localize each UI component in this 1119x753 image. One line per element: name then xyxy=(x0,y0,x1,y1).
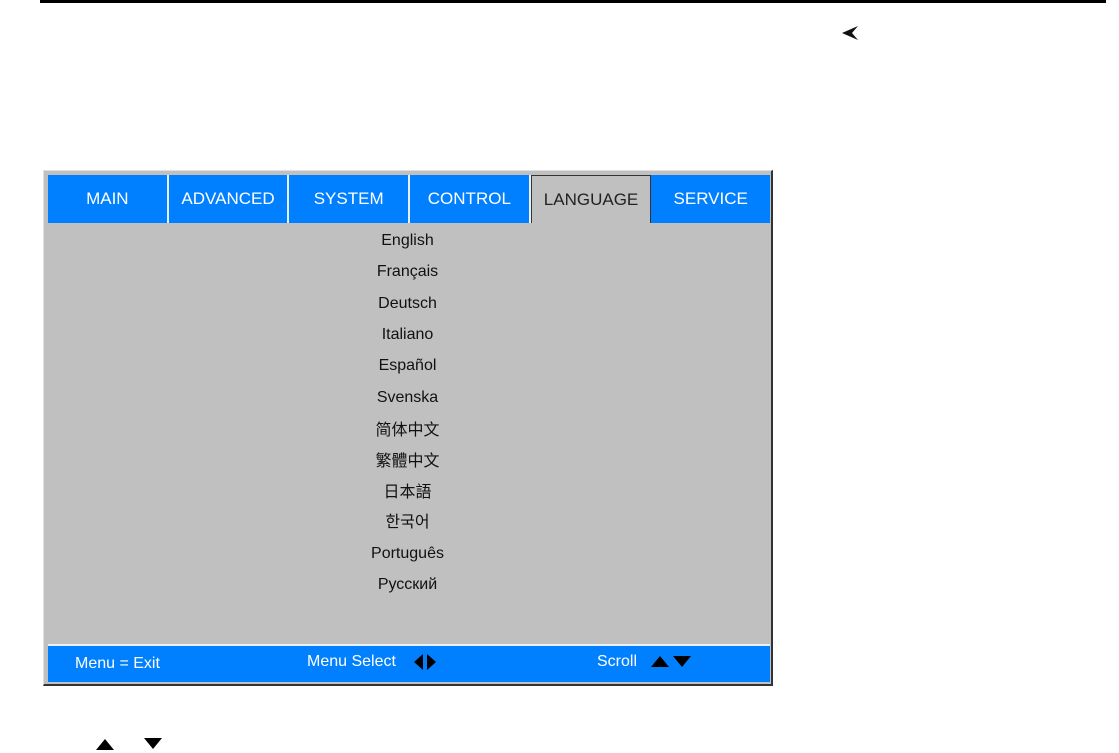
language-option-korean[interactable]: 한국어 xyxy=(44,508,771,532)
language-option-italian[interactable]: Italiano xyxy=(44,326,771,344)
scroll-hint: Scroll xyxy=(597,653,692,671)
osd-menu-panel: MAIN ADVANCED SYSTEM CONTROL LANGUAGE SE… xyxy=(43,170,773,686)
help-bar: Menu = Exit Menu Select Scroll xyxy=(48,644,770,682)
language-label: Deutsch xyxy=(378,295,437,312)
language-option-german[interactable]: Deutsch xyxy=(44,295,771,313)
language-label: Svenska xyxy=(376,389,439,406)
tab-control[interactable]: CONTROL xyxy=(410,175,531,223)
language-label: 日本語 xyxy=(383,484,432,501)
language-label: Français xyxy=(376,263,439,280)
menu-tabs: MAIN ADVANCED SYSTEM CONTROL LANGUAGE SE… xyxy=(48,175,771,223)
tab-language[interactable]: LANGUAGE xyxy=(530,175,652,223)
language-label: 한국어 xyxy=(385,514,430,531)
tab-main[interactable]: MAIN xyxy=(48,175,169,223)
scroll-label: Scroll xyxy=(597,653,638,670)
tab-advanced[interactable]: ADVANCED xyxy=(168,175,290,223)
language-label: English xyxy=(381,232,434,249)
triangle-up-icon xyxy=(651,656,670,668)
tab-system[interactable]: SYSTEM xyxy=(289,175,411,223)
menu-exit-hint: Menu = Exit xyxy=(75,655,160,672)
language-option-swedish[interactable]: Svenska xyxy=(44,389,771,407)
language-option-french[interactable]: Français xyxy=(44,263,771,281)
language-label: Español xyxy=(378,357,437,374)
language-option-english[interactable]: English xyxy=(44,232,771,250)
language-option-russian[interactable]: Русский xyxy=(44,576,771,594)
top-rule xyxy=(40,0,1106,3)
language-label: 繁體中文 xyxy=(375,453,440,470)
language-option-spanish[interactable]: Español xyxy=(44,357,771,375)
language-label: Português xyxy=(371,545,444,562)
tab-service[interactable]: SERVICE xyxy=(651,175,771,223)
language-label: Русский xyxy=(377,576,438,593)
triangle-right-icon xyxy=(427,653,437,670)
triangle-down-icon xyxy=(673,656,692,668)
language-label: 简体中文 xyxy=(375,422,440,439)
arrowhead-left-icon xyxy=(842,26,858,40)
triangle-left-icon xyxy=(414,653,424,670)
language-label: Italiano xyxy=(381,326,434,343)
language-option-simplified-chinese[interactable]: 简体中文 xyxy=(44,416,771,440)
language-option-portuguese[interactable]: Português xyxy=(44,545,771,563)
language-option-traditional-chinese[interactable]: 繁體中文 xyxy=(44,447,771,471)
triangle-up-icon xyxy=(96,739,114,750)
menu-select-hint: Menu Select xyxy=(307,653,437,671)
triangle-down-icon xyxy=(144,738,162,749)
menu-select-label: Menu Select xyxy=(307,653,396,670)
language-option-japanese[interactable]: 日本語 xyxy=(44,478,771,502)
